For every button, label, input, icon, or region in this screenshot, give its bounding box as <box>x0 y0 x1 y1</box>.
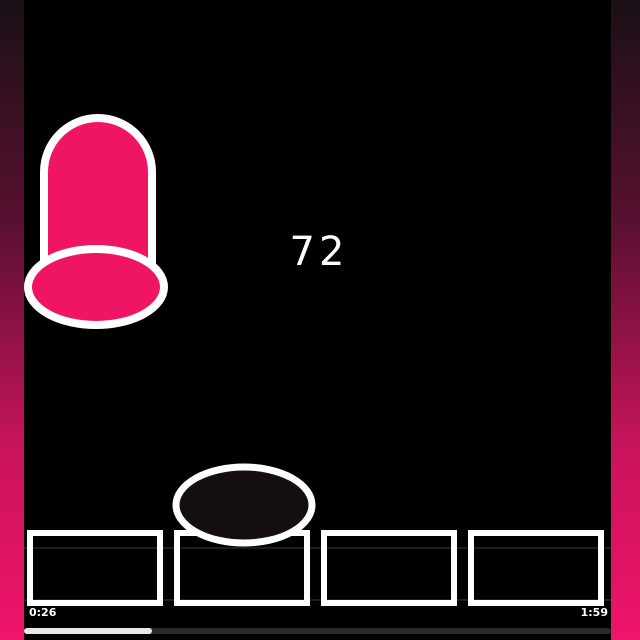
ball[interactable] <box>172 463 316 547</box>
tile-1[interactable] <box>27 530 163 606</box>
tile-4[interactable] <box>468 530 604 606</box>
tile-3[interactable] <box>321 530 457 606</box>
tile-row <box>27 530 604 606</box>
elapsed-time: 0:26 <box>29 606 57 619</box>
tube-opening <box>24 245 168 329</box>
total-duration: 1:59 <box>580 606 608 619</box>
game-scene <box>24 114 611 606</box>
game-stage[interactable]: 72 0:26 1:59 <box>24 0 611 640</box>
video-progress-bar[interactable] <box>24 628 611 634</box>
video-progress-fill <box>24 628 152 634</box>
pink-tube <box>24 114 168 329</box>
score-counter: 72 <box>289 229 349 275</box>
